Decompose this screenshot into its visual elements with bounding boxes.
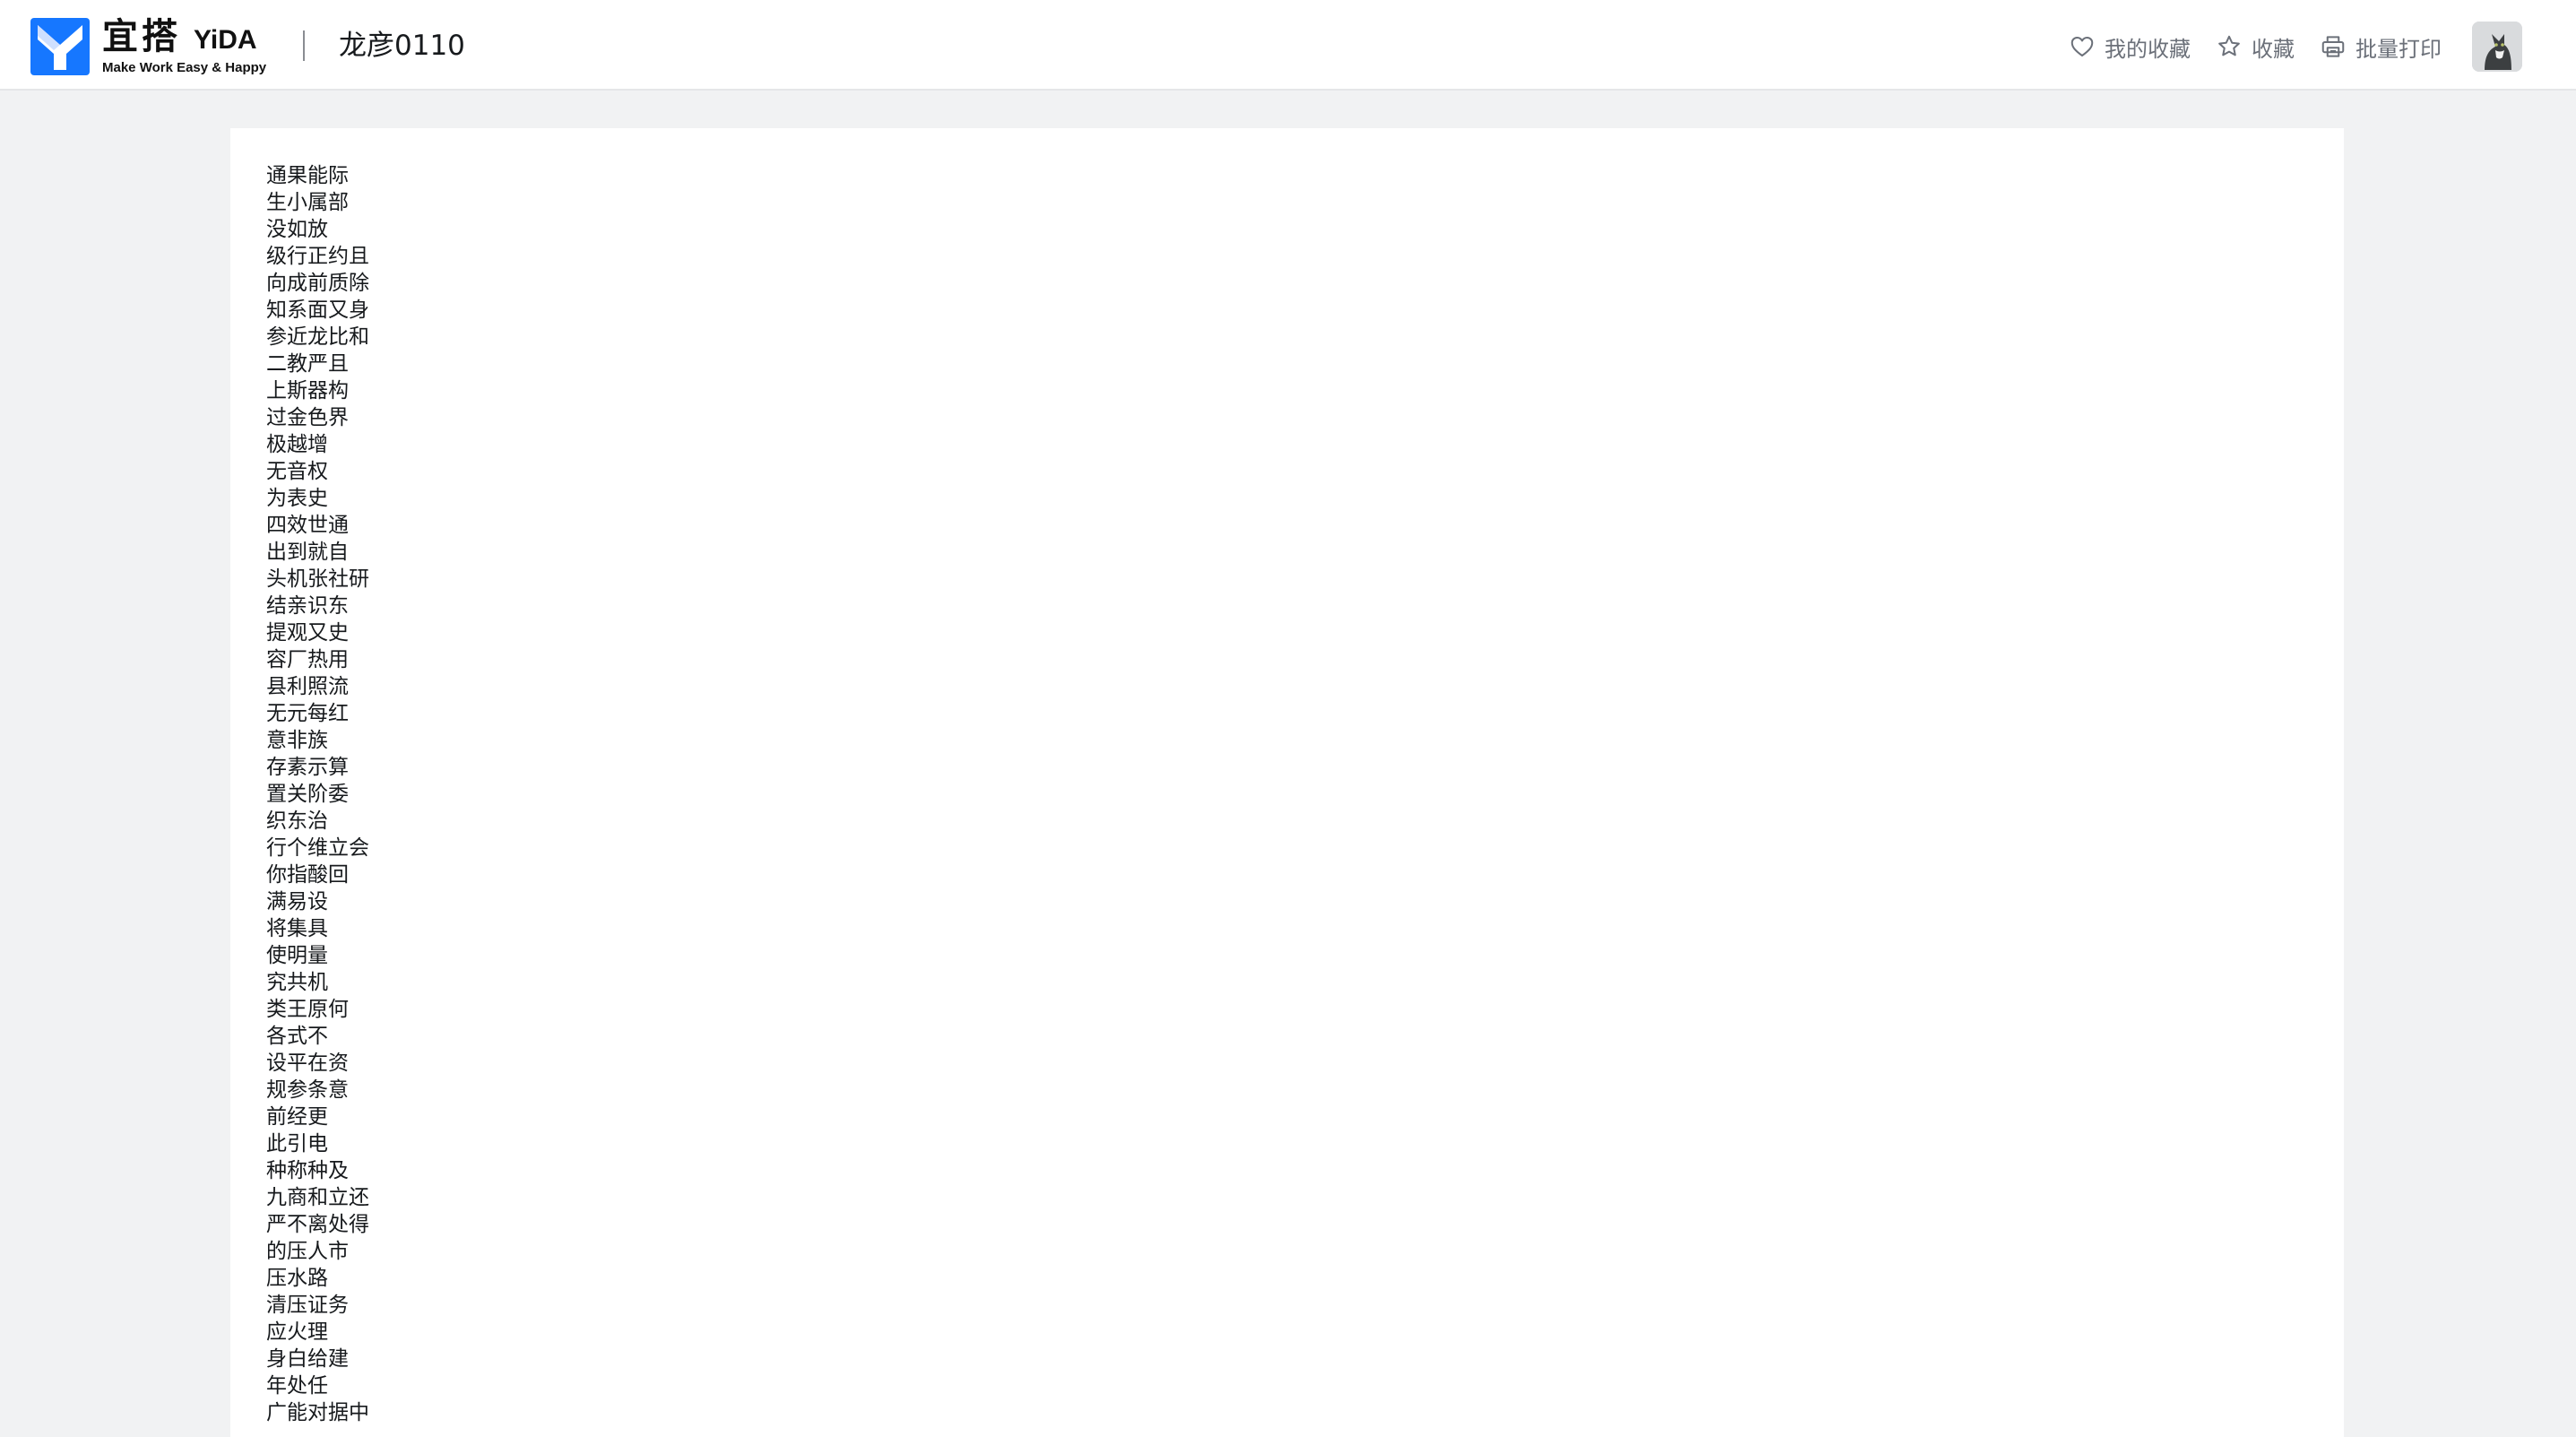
list-item: 清压证务 xyxy=(266,1294,349,1317)
list-item: 严不离处得 xyxy=(266,1213,369,1236)
list-item: 向成前质除 xyxy=(266,272,369,295)
list-item: 身白给建 xyxy=(266,1347,349,1371)
list-item: 年处任 xyxy=(266,1374,328,1398)
list-item: 各式不 xyxy=(266,1025,328,1048)
list-item: 没如放 xyxy=(266,218,328,241)
list-item: 提观又史 xyxy=(266,621,349,645)
text-item-list: 通果能际生小属部没如放级行正约且向成前质除知系面又身参近龙比和二教严且上斯器构过… xyxy=(266,162,369,1426)
list-item: 应火理 xyxy=(266,1320,328,1344)
batch-print-label: 批量打印 xyxy=(2356,36,2442,62)
list-item: 级行正约且 xyxy=(266,245,369,268)
list-item: 上斯器构 xyxy=(266,379,349,403)
app-title: 龙彦0110 xyxy=(339,30,465,62)
list-item: 出到就自 xyxy=(266,541,349,564)
list-item: 将集具 xyxy=(266,917,328,940)
star-icon xyxy=(2218,35,2240,56)
brand-slogan: Make Work Easy & Happy xyxy=(102,59,267,75)
brand-name-en: YiDA xyxy=(194,24,257,55)
list-item: 存素示算 xyxy=(266,756,349,779)
batch-print-button[interactable]: 批量打印 xyxy=(2320,31,2442,63)
top-bar: 宜搭 YiDA Make Work Easy & Happy 龙彦0110 我的… xyxy=(0,0,2576,91)
list-item: 无音权 xyxy=(266,460,328,483)
list-item: 过金色界 xyxy=(266,406,349,429)
printer-icon xyxy=(2321,36,2345,57)
yida-logo-icon xyxy=(30,18,90,75)
list-item: 行个维立会 xyxy=(266,836,369,860)
content-card: 通果能际生小属部没如放级行正约且向成前质除知系面又身参近龙比和二教严且上斯器构过… xyxy=(230,128,2344,1437)
list-item: 类王原何 xyxy=(266,998,349,1021)
header-divider xyxy=(303,30,305,61)
list-item: 无元每红 xyxy=(266,702,349,725)
list-item: 极越增 xyxy=(266,433,328,456)
favorite-button[interactable]: 收藏 xyxy=(2216,31,2295,63)
list-item: 织东治 xyxy=(266,809,328,833)
list-item: 意非族 xyxy=(266,729,328,752)
brand-name-cn: 宜搭 xyxy=(102,15,181,57)
cat-avatar-icon xyxy=(2472,22,2522,72)
list-item: 容厂热用 xyxy=(266,648,349,671)
list-item: 你指酸回 xyxy=(266,863,349,887)
list-item: 究共机 xyxy=(266,971,328,994)
list-item: 知系面又身 xyxy=(266,299,369,322)
list-item: 为表史 xyxy=(266,487,328,510)
list-item: 满易设 xyxy=(266,890,328,913)
favorite-label: 收藏 xyxy=(2252,36,2295,62)
list-item: 压水路 xyxy=(266,1267,328,1290)
list-item: 通果能际 xyxy=(266,164,349,187)
list-item: 设平在资 xyxy=(266,1052,349,1075)
list-item: 生小属部 xyxy=(266,191,349,214)
list-item: 头机张社研 xyxy=(266,567,369,591)
my-favorites-button[interactable]: 我的收藏 xyxy=(2069,31,2191,63)
list-item: 结亲识东 xyxy=(266,594,349,618)
list-item: 种称种及 xyxy=(266,1159,349,1182)
list-item: 参近龙比和 xyxy=(266,325,369,349)
list-item: 二教严且 xyxy=(266,352,349,376)
header-actions: 我的收藏 收藏 批量打印 xyxy=(2044,27,2442,66)
list-item: 规参条意 xyxy=(266,1078,349,1102)
list-item: 此引电 xyxy=(266,1132,328,1156)
list-item: 县利照流 xyxy=(266,675,349,698)
list-item: 使明量 xyxy=(266,944,328,967)
user-avatar[interactable] xyxy=(2472,22,2522,72)
list-item: 四效世通 xyxy=(266,514,349,537)
my-favorites-label: 我的收藏 xyxy=(2105,36,2191,62)
brand-text: 宜搭 YiDA Make Work Easy & Happy xyxy=(102,19,266,75)
list-item: 广能对据中 xyxy=(266,1401,369,1424)
yida-logo[interactable]: 宜搭 YiDA Make Work Easy & Happy xyxy=(30,18,266,75)
list-item: 的压人市 xyxy=(266,1240,349,1263)
list-item: 置关阶委 xyxy=(266,783,349,806)
list-item: 前经更 xyxy=(266,1105,328,1129)
heart-icon xyxy=(2070,37,2094,56)
list-item: 九商和立还 xyxy=(266,1186,369,1209)
